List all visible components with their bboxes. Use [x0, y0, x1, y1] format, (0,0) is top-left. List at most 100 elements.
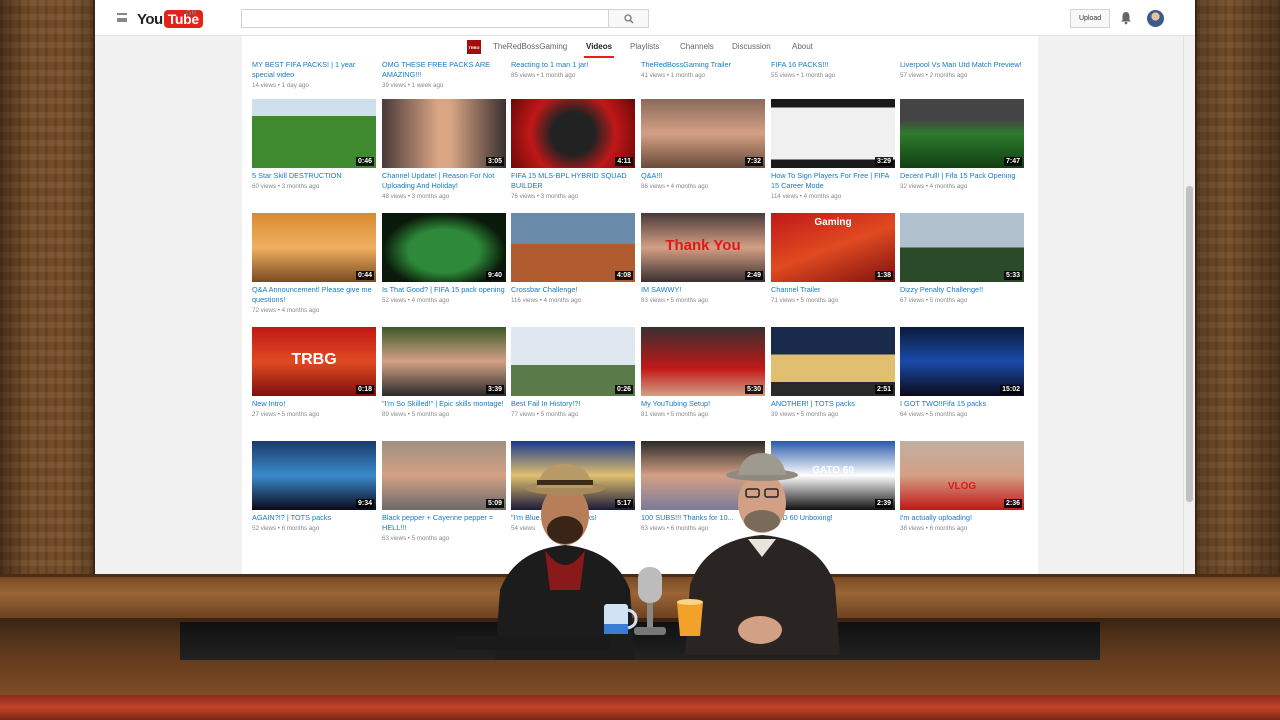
video-item[interactable]: 0:44 Q&A Announcement! Please give me que… — [252, 213, 376, 315]
video-duration: 0:18 — [355, 385, 374, 394]
video-item[interactable]: 3:29 How To Sign Players For Free | FIFA … — [771, 99, 895, 201]
video-meta: 114 views • 4 months ago — [771, 193, 842, 200]
video-item[interactable]: 3:05 Channel Update! | Reason For Not Upl… — [382, 99, 506, 201]
video-title[interactable]: MY BEST FIFA PACKS! | 1 year special vid… — [252, 60, 376, 80]
video-item[interactable]: 4:11 FIFA 15 MLS-BPL HYBRID SQUAD BUILDER… — [511, 99, 635, 201]
video-meta: 89 views • 5 months ago — [382, 411, 450, 418]
video-item[interactable]: 2:51 ANOTHER! | TOTS packs 39 views • 5 mo… — [771, 327, 895, 419]
upload-button[interactable]: Upload — [1070, 9, 1111, 28]
menu-icon[interactable] — [117, 13, 127, 22]
video-title[interactable]: Decent Pull! | Fifa 15 Pack Opening — [900, 171, 1024, 181]
keyboard — [455, 636, 610, 650]
video-item[interactable]: 3:39 "I'm So Skilled!" | Epic skills mont… — [382, 327, 506, 419]
video-item[interactable]: 7:32 Q&A!!! 86 views • 4 months ago — [641, 99, 765, 191]
video-meta: 52 views • 4 months ago — [382, 297, 450, 304]
video-item[interactable]: Reacting to 1 man 1 jar! 85 views • 1 mo… — [511, 58, 635, 80]
video-thumbnail[interactable]: 7:32 — [641, 99, 765, 168]
video-title[interactable]: OMG THESE FREE PACKS ARE AMAZING!!! — [382, 60, 506, 80]
tab-videos[interactable]: Videos — [583, 42, 615, 58]
video-duration: 2:51 — [874, 385, 893, 394]
video-thumbnail[interactable]: 7:47 — [900, 99, 1024, 168]
video-thumbnail[interactable]: 9:34 — [252, 441, 376, 510]
channel-avatar[interactable]: TRBG — [467, 40, 481, 54]
video-thumbnail[interactable]: 3:39 — [382, 327, 506, 396]
video-title[interactable]: Q&A!!! — [641, 171, 765, 181]
video-item[interactable]: 15:02 I GOT TWO!!Fifa 15 packs 64 views • … — [900, 327, 1024, 419]
tab-discussion[interactable]: Discussion — [732, 42, 771, 51]
video-item[interactable]: MY BEST FIFA PACKS! | 1 year special vid… — [252, 58, 376, 90]
video-thumbnail[interactable]: Thank You 2:49 — [641, 213, 765, 282]
video-title[interactable]: 5 Star Skill DESTRUCTION — [252, 171, 376, 181]
video-title[interactable]: ANOTHER! | TOTS packs — [771, 399, 895, 409]
video-item[interactable]: TRBG 0:18 New Intro! 27 views • 5 months ag… — [252, 327, 376, 419]
video-title[interactable]: Crossbar Challenge! — [511, 285, 635, 295]
video-thumbnail[interactable]: 4:08 — [511, 213, 635, 282]
video-title[interactable]: IM SAWWY! — [641, 285, 765, 295]
video-item[interactable]: TheRedBossGaming Trailer 41 views • 1 mo… — [641, 58, 765, 80]
video-title[interactable]: Liverpool Vs Man Utd Match Preview! — [900, 60, 1024, 70]
video-duration: 9:34 — [355, 499, 374, 508]
account-avatar[interactable] — [1147, 10, 1164, 27]
video-title[interactable]: FIFA 15 MLS-BPL HYBRID SQUAD BUILDER — [511, 171, 635, 191]
video-thumbnail[interactable]: 5:33 — [900, 213, 1024, 282]
video-title[interactable]: How To Sign Players For Free | FIFA 15 C… — [771, 171, 895, 191]
video-thumbnail[interactable]: Gaming 1:38 — [771, 213, 895, 282]
video-thumbnail[interactable]: 15:02 — [900, 327, 1024, 396]
video-item[interactable]: 9:40 Is That Good? | FIFA 15 pack opening… — [382, 213, 506, 305]
video-item[interactable]: Thank You 2:49 IM SAWWY! 83 views • 5 month… — [641, 213, 765, 305]
channel-name-link[interactable]: TheRedBossGaming — [493, 42, 567, 51]
video-item[interactable]: OMG THESE FREE PACKS ARE AMAZING!!! 39 v… — [382, 58, 506, 90]
video-duration: 1:38 — [874, 271, 893, 280]
search-icon — [623, 13, 633, 23]
video-title[interactable]: Dizzy Penalty Challenge!! — [900, 285, 1024, 295]
video-title[interactable]: FIFA 16 PACKS!!! — [771, 60, 895, 70]
video-item[interactable]: VLOG 2:36 I'm actually uploading! 38 views … — [900, 441, 1024, 533]
page-scrollbar[interactable] — [1183, 36, 1195, 574]
logo-you-text: You — [137, 10, 163, 28]
video-thumbnail[interactable]: 5:30 — [641, 327, 765, 396]
video-item[interactable]: 9:34 AGAIN?!? | TOTS packs 52 views • 6 mo… — [252, 441, 376, 533]
video-thumbnail[interactable]: 9:40 — [382, 213, 506, 282]
video-item[interactable]: 5:33 Dizzy Penalty Challenge!! 67 views • … — [900, 213, 1024, 305]
search-button[interactable] — [609, 9, 649, 28]
bell-icon[interactable] — [1120, 11, 1132, 25]
video-title[interactable]: Q&A Announcement! Please give me questio… — [252, 285, 376, 305]
video-title[interactable]: My YouTubing Setup! — [641, 399, 765, 409]
video-meta: 55 views • 1 month ago — [771, 72, 836, 79]
video-title[interactable]: New Intro! — [252, 399, 376, 409]
video-title[interactable]: I'm actually uploading! — [900, 513, 1024, 523]
video-title[interactable]: Channel Update! | Reason For Not Uploadi… — [382, 171, 506, 191]
video-item[interactable]: Liverpool Vs Man Utd Match Preview! 57 v… — [900, 58, 1024, 80]
video-item[interactable]: 7:47 Decent Pull! | Fifa 15 Pack Opening 3… — [900, 99, 1024, 191]
video-thumbnail[interactable]: TRBG 0:18 — [252, 327, 376, 396]
video-meta: 83 views • 5 months ago — [641, 297, 709, 304]
scrollbar-thumb[interactable] — [1186, 186, 1193, 502]
video-title[interactable]: "I'm So Skilled!" | Epic skills montage! — [382, 399, 506, 409]
video-item[interactable]: 0:46 5 Star Skill DESTRUCTION 60 views • 3… — [252, 99, 376, 191]
tab-playlists[interactable]: Playlists — [630, 42, 659, 51]
video-thumbnail[interactable]: 0:26 — [511, 327, 635, 396]
video-item[interactable]: 5:30 My YouTubing Setup! 81 views • 5 mont… — [641, 327, 765, 419]
video-thumbnail[interactable]: 4:11 — [511, 99, 635, 168]
video-title[interactable]: TheRedBossGaming Trailer — [641, 60, 765, 70]
video-title[interactable]: I GOT TWO!!Fifa 15 packs — [900, 399, 1024, 409]
video-item[interactable]: Gaming 1:38 Channel Trailer 71 views • 5 mo… — [771, 213, 895, 305]
search-input[interactable] — [241, 9, 609, 28]
tab-channels[interactable]: Channels — [680, 42, 714, 51]
video-title[interactable]: Is That Good? | FIFA 15 pack opening — [382, 285, 506, 295]
video-title[interactable]: Best Fail In History!?! — [511, 399, 635, 409]
video-thumbnail[interactable]: 3:05 — [382, 99, 506, 168]
video-meta: 81 views • 5 months ago — [641, 411, 709, 418]
video-title[interactable]: Channel Trailer — [771, 285, 895, 295]
video-thumbnail[interactable]: 0:46 — [252, 99, 376, 168]
tab-about[interactable]: About — [792, 42, 813, 51]
video-thumbnail[interactable]: 0:44 — [252, 213, 376, 282]
video-item[interactable]: 4:08 Crossbar Challenge! 116 views • 4 mon… — [511, 213, 635, 305]
video-item[interactable]: FIFA 16 PACKS!!! 55 views • 1 month ago — [771, 58, 895, 80]
video-thumbnail[interactable]: 3:29 — [771, 99, 895, 168]
video-thumbnail[interactable]: VLOG 2:36 — [900, 441, 1024, 510]
video-thumbnail[interactable]: 2:51 — [771, 327, 895, 396]
video-title[interactable]: AGAIN?!? | TOTS packs — [252, 513, 376, 523]
video-title[interactable]: Reacting to 1 man 1 jar! — [511, 60, 635, 70]
video-item[interactable]: 0:26 Best Fail In History!?! 77 views • 5 … — [511, 327, 635, 419]
